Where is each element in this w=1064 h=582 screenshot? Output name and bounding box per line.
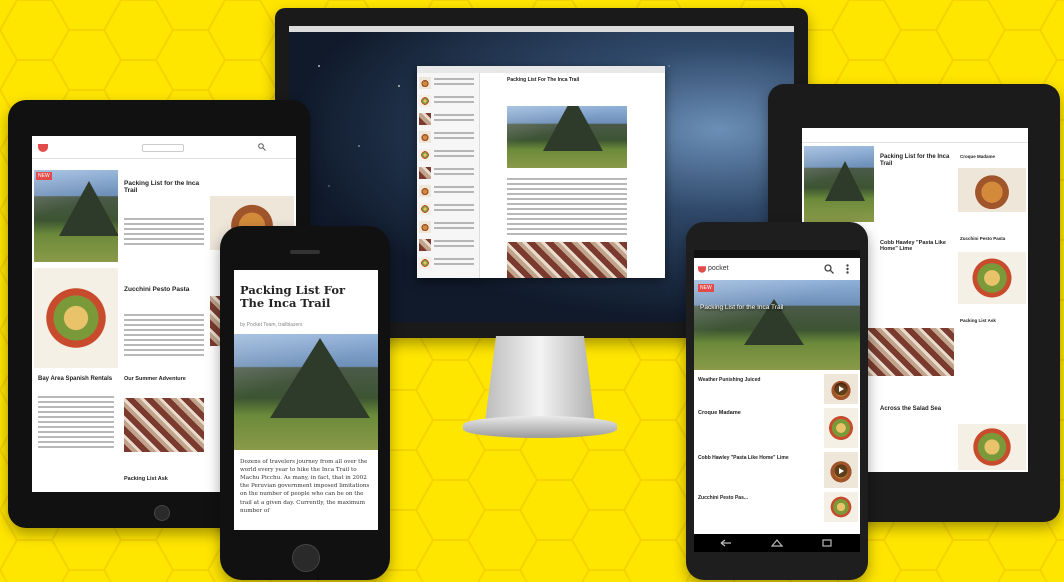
ipad-card-title-packing[interactable]: Packing List Ask xyxy=(124,476,204,482)
tablet-card-title-zucchini[interactable]: Zucchini Pesto Pasta xyxy=(960,236,1024,241)
tablet-card-image-bowl[interactable] xyxy=(958,424,1026,470)
iphone-screen: Packing List For The Inca Trail by Pocke… xyxy=(234,270,378,530)
android-phone-screen: pocket NEW Packing List for the Inca Tra… xyxy=(694,250,860,552)
android-item-croque[interactable]: Croque Madame xyxy=(698,410,818,416)
monitor-stand xyxy=(485,336,595,422)
home-icon[interactable] xyxy=(771,539,783,547)
android-thumb-4[interactable] xyxy=(824,492,858,522)
monitor-base xyxy=(463,416,617,438)
mac-menubar xyxy=(289,26,794,32)
tablet-card-image-salad[interactable] xyxy=(958,252,1026,304)
android-thumb-2[interactable] xyxy=(824,408,858,448)
android-action-bar: pocket xyxy=(694,258,860,281)
android-hero-title[interactable]: Packing List for the Inca Trail xyxy=(700,304,850,311)
iphone-article-image xyxy=(234,334,378,450)
android-hero-image[interactable] xyxy=(694,280,860,370)
android-nav-bar xyxy=(694,534,860,552)
search-icon[interactable] xyxy=(824,264,834,274)
pocket-logo-icon xyxy=(38,144,48,152)
tablet-card-image-inca[interactable] xyxy=(804,146,874,222)
android-phone-device: pocket NEW Packing List for the Inca Tra… xyxy=(686,222,870,582)
iphone-speaker xyxy=(290,250,320,254)
search-icon[interactable] xyxy=(258,143,266,151)
ipad-card-title-summer[interactable]: Our Summer Adventure xyxy=(124,376,204,382)
menu-icon[interactable] xyxy=(846,264,849,274)
tablet-card-title-packing[interactable]: Packing List Ask xyxy=(960,318,1024,323)
iphone-home-button[interactable] xyxy=(292,544,320,572)
tablet-card-title-croque[interactable]: Croque Madame xyxy=(960,154,1024,159)
iphone-article-title: Packing List For The Inca Trail xyxy=(240,283,346,311)
play-icon[interactable] xyxy=(834,382,848,396)
tablet-card-title-salad[interactable]: Across the Salad Sea xyxy=(880,406,950,413)
play-icon[interactable] xyxy=(834,464,848,478)
android-item-zucchini[interactable]: Zucchini Pesto Pas... xyxy=(698,495,818,502)
iphone-article-body: Dozens of travelers journey from all ove… xyxy=(240,459,370,514)
ipad-card-title-zucchini[interactable]: Zucchini Pesto Pasta xyxy=(124,286,204,293)
iphone-device: Packing List For The Inca Trail by Pocke… xyxy=(220,226,392,582)
ipad-search-field[interactable] xyxy=(142,144,184,152)
desktop-article-image xyxy=(507,106,627,168)
ipad-card-title-inca[interactable]: Packing List for the Inca Trail xyxy=(124,180,204,195)
ipad-toolbar xyxy=(32,136,296,159)
recents-icon[interactable] xyxy=(822,539,832,547)
desktop-article-list[interactable] xyxy=(417,73,480,278)
pocket-logo-icon xyxy=(698,266,706,273)
ipad-card-title-bayarea[interactable]: Bay Area Spanish Rentals xyxy=(38,376,114,383)
tablet-action-bar xyxy=(802,128,1028,143)
desktop-article-image-2 xyxy=(507,242,627,278)
ipad-card-image-inca[interactable] xyxy=(34,170,118,262)
tablet-card-title-cobb[interactable]: Cobb Hawley "Pasta Like Home" Lime xyxy=(880,240,950,253)
tablet-card-title-inca[interactable]: Packing List for the Inca Trail xyxy=(880,154,950,168)
android-brand-name: pocket xyxy=(708,265,729,272)
android-item-weather[interactable]: Weather Punishing Juiced xyxy=(698,377,818,384)
android-status-bar xyxy=(694,250,860,258)
ipad-card-image-summer[interactable] xyxy=(124,398,204,452)
ipad-home-button[interactable] xyxy=(154,505,170,521)
ipad-card-image-salad[interactable] xyxy=(34,268,118,368)
iphone-byline: by Pocket Team, trailblazers xyxy=(240,322,303,328)
window-titlebar xyxy=(417,66,665,73)
desktop-article-body xyxy=(507,178,627,236)
back-icon[interactable] xyxy=(720,539,732,547)
android-item-cobb[interactable]: Cobb Hawley "Pasta Like Home" Lime xyxy=(698,455,818,462)
tablet-card-image-food[interactable] xyxy=(958,168,1026,212)
desktop-article-title: Packing List For The Inca Trail xyxy=(507,77,580,83)
desktop-pocket-window[interactable]: Packing List For The Inca Trail xyxy=(417,66,665,278)
